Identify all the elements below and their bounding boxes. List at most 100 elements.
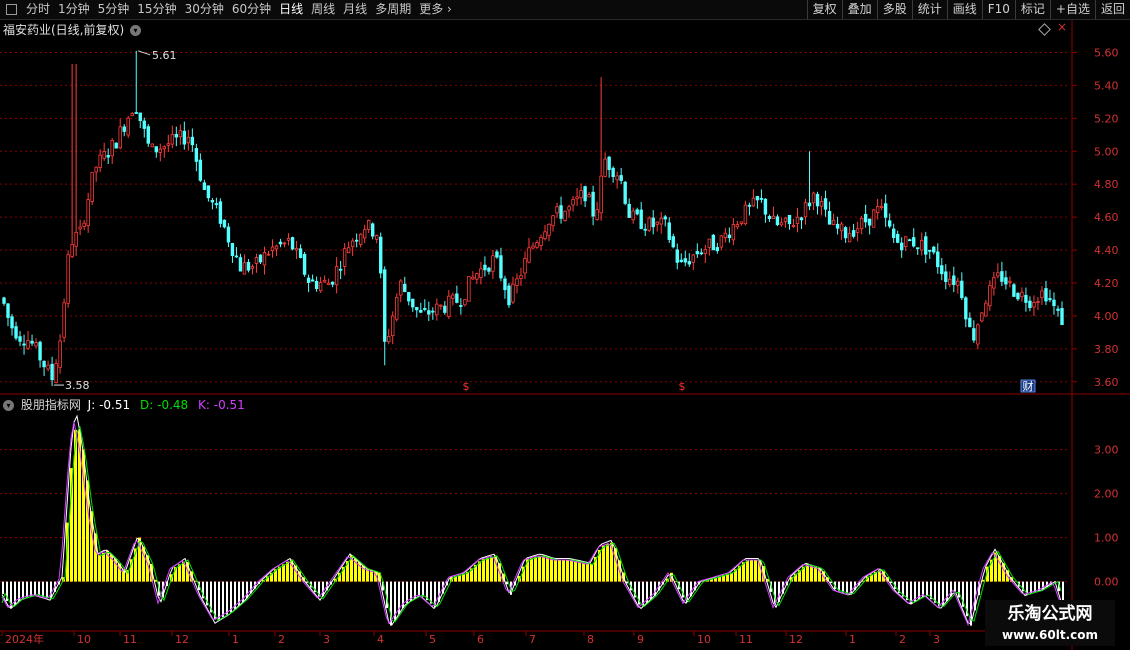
candlestick[interactable]	[984, 300, 988, 317]
candlestick[interactable]	[551, 214, 555, 232]
candlestick[interactable]	[463, 299, 467, 307]
candlestick[interactable]	[226, 223, 231, 248]
candlestick[interactable]	[944, 264, 948, 290]
candlestick[interactable]	[615, 171, 619, 189]
kline-chart-canvas[interactable]: 5.61 3.58 $ $ 财 5.60 5.40 5.20 5.00 4.80 4.60 4.40…	[0, 0, 1130, 650]
candlestick[interactable]	[98, 149, 102, 173]
candlestick[interactable]	[1032, 295, 1036, 317]
candlestick[interactable]	[246, 259, 251, 273]
candlestick[interactable]	[992, 271, 996, 296]
indicator-name[interactable]: 股朋指标网	[21, 398, 81, 412]
candlestick[interactable]	[146, 124, 150, 147]
candlestick[interactable]	[451, 292, 455, 306]
candlestick[interactable]	[326, 278, 331, 285]
candlestick[interactable]	[387, 328, 391, 345]
candlestick[interactable]	[30, 334, 34, 346]
candlestick[interactable]	[419, 302, 423, 314]
candlestick[interactable]	[1020, 287, 1024, 302]
candlestick[interactable]	[899, 237, 904, 258]
candlestick[interactable]	[607, 155, 611, 178]
candlestick[interactable]	[491, 249, 495, 279]
dividend-marker[interactable]: $	[463, 380, 470, 393]
candlestick[interactable]	[527, 238, 531, 264]
candlestick[interactable]	[936, 243, 940, 274]
candlestick[interactable]	[78, 219, 82, 236]
candlestick[interactable]	[62, 298, 66, 343]
candlestick[interactable]	[619, 167, 623, 184]
candlestick[interactable]	[535, 240, 539, 249]
candlestick[interactable]	[2, 296, 6, 306]
candlestick[interactable]	[815, 191, 820, 215]
candlestick[interactable]	[302, 251, 307, 277]
candlestick[interactable]	[687, 253, 691, 267]
candlestick[interactable]	[663, 214, 667, 227]
candlestick[interactable]	[318, 276, 323, 293]
candlestick[interactable]	[391, 311, 395, 345]
candlestick[interactable]	[647, 216, 651, 233]
candlestick[interactable]	[154, 146, 158, 158]
candlestick[interactable]	[767, 214, 772, 222]
candlestick[interactable]	[723, 227, 728, 243]
candlestick[interactable]	[555, 202, 559, 218]
candlestick[interactable]	[996, 263, 1000, 279]
candlestick[interactable]	[743, 200, 748, 226]
candlestick[interactable]	[727, 227, 732, 243]
candlestick[interactable]	[1052, 292, 1056, 315]
candlestick[interactable]	[711, 233, 716, 251]
candlestick[interactable]	[294, 240, 299, 260]
candlestick[interactable]	[278, 238, 283, 248]
candlestick[interactable]	[775, 214, 780, 227]
candlestick[interactable]	[891, 223, 896, 243]
candlestick[interactable]	[511, 276, 515, 305]
candlestick[interactable]	[735, 220, 740, 230]
candlestick[interactable]	[655, 221, 659, 232]
candlestick[interactable]	[158, 143, 162, 162]
candlestick[interactable]	[479, 261, 483, 285]
candlestick[interactable]	[912, 228, 916, 248]
candlestick[interactable]	[1036, 296, 1040, 311]
candlestick[interactable]	[290, 236, 295, 251]
candlestick[interactable]	[467, 276, 471, 302]
candlestick[interactable]	[358, 233, 363, 248]
candlestick[interactable]	[695, 243, 700, 259]
candlestick[interactable]	[471, 271, 475, 281]
candlestick[interactable]	[839, 221, 844, 240]
candlestick[interactable]	[130, 111, 134, 117]
candlestick[interactable]	[1048, 289, 1052, 303]
candlestick[interactable]	[807, 151, 812, 211]
candlestick[interactable]	[1016, 292, 1020, 301]
candlestick[interactable]	[126, 115, 130, 138]
candlestick[interactable]	[787, 214, 792, 230]
candlestick[interactable]	[599, 77, 603, 221]
candlestick[interactable]	[699, 248, 704, 256]
candlestick[interactable]	[932, 245, 936, 255]
candlestick[interactable]	[591, 185, 595, 226]
candlestick[interactable]	[82, 219, 86, 231]
candlestick[interactable]	[174, 126, 179, 147]
candlestick[interactable]	[904, 236, 908, 252]
candlestick[interactable]	[250, 264, 255, 275]
candlestick[interactable]	[679, 253, 683, 263]
candlestick[interactable]	[611, 166, 615, 183]
candlestick[interactable]	[46, 360, 50, 372]
candlestick[interactable]	[286, 233, 291, 246]
candlestick[interactable]	[635, 207, 639, 216]
candlestick[interactable]	[583, 185, 587, 208]
candlestick[interactable]	[731, 217, 736, 246]
candlestick[interactable]	[563, 210, 567, 222]
candlestick[interactable]	[218, 198, 223, 228]
candlestick[interactable]	[298, 244, 303, 259]
candlestick[interactable]	[395, 293, 399, 322]
candlestick[interactable]	[54, 359, 58, 384]
candlestick[interactable]	[539, 234, 543, 251]
candlestick[interactable]	[439, 304, 443, 310]
candlestick[interactable]	[887, 213, 892, 229]
candlestick[interactable]	[338, 260, 343, 280]
candlestick[interactable]	[94, 166, 98, 182]
candlestick[interactable]	[871, 208, 876, 228]
candlestick[interactable]	[867, 218, 872, 235]
candlestick[interactable]	[964, 296, 968, 328]
candlestick[interactable]	[26, 331, 30, 351]
candlestick[interactable]	[631, 207, 635, 224]
candlestick[interactable]	[142, 117, 146, 138]
